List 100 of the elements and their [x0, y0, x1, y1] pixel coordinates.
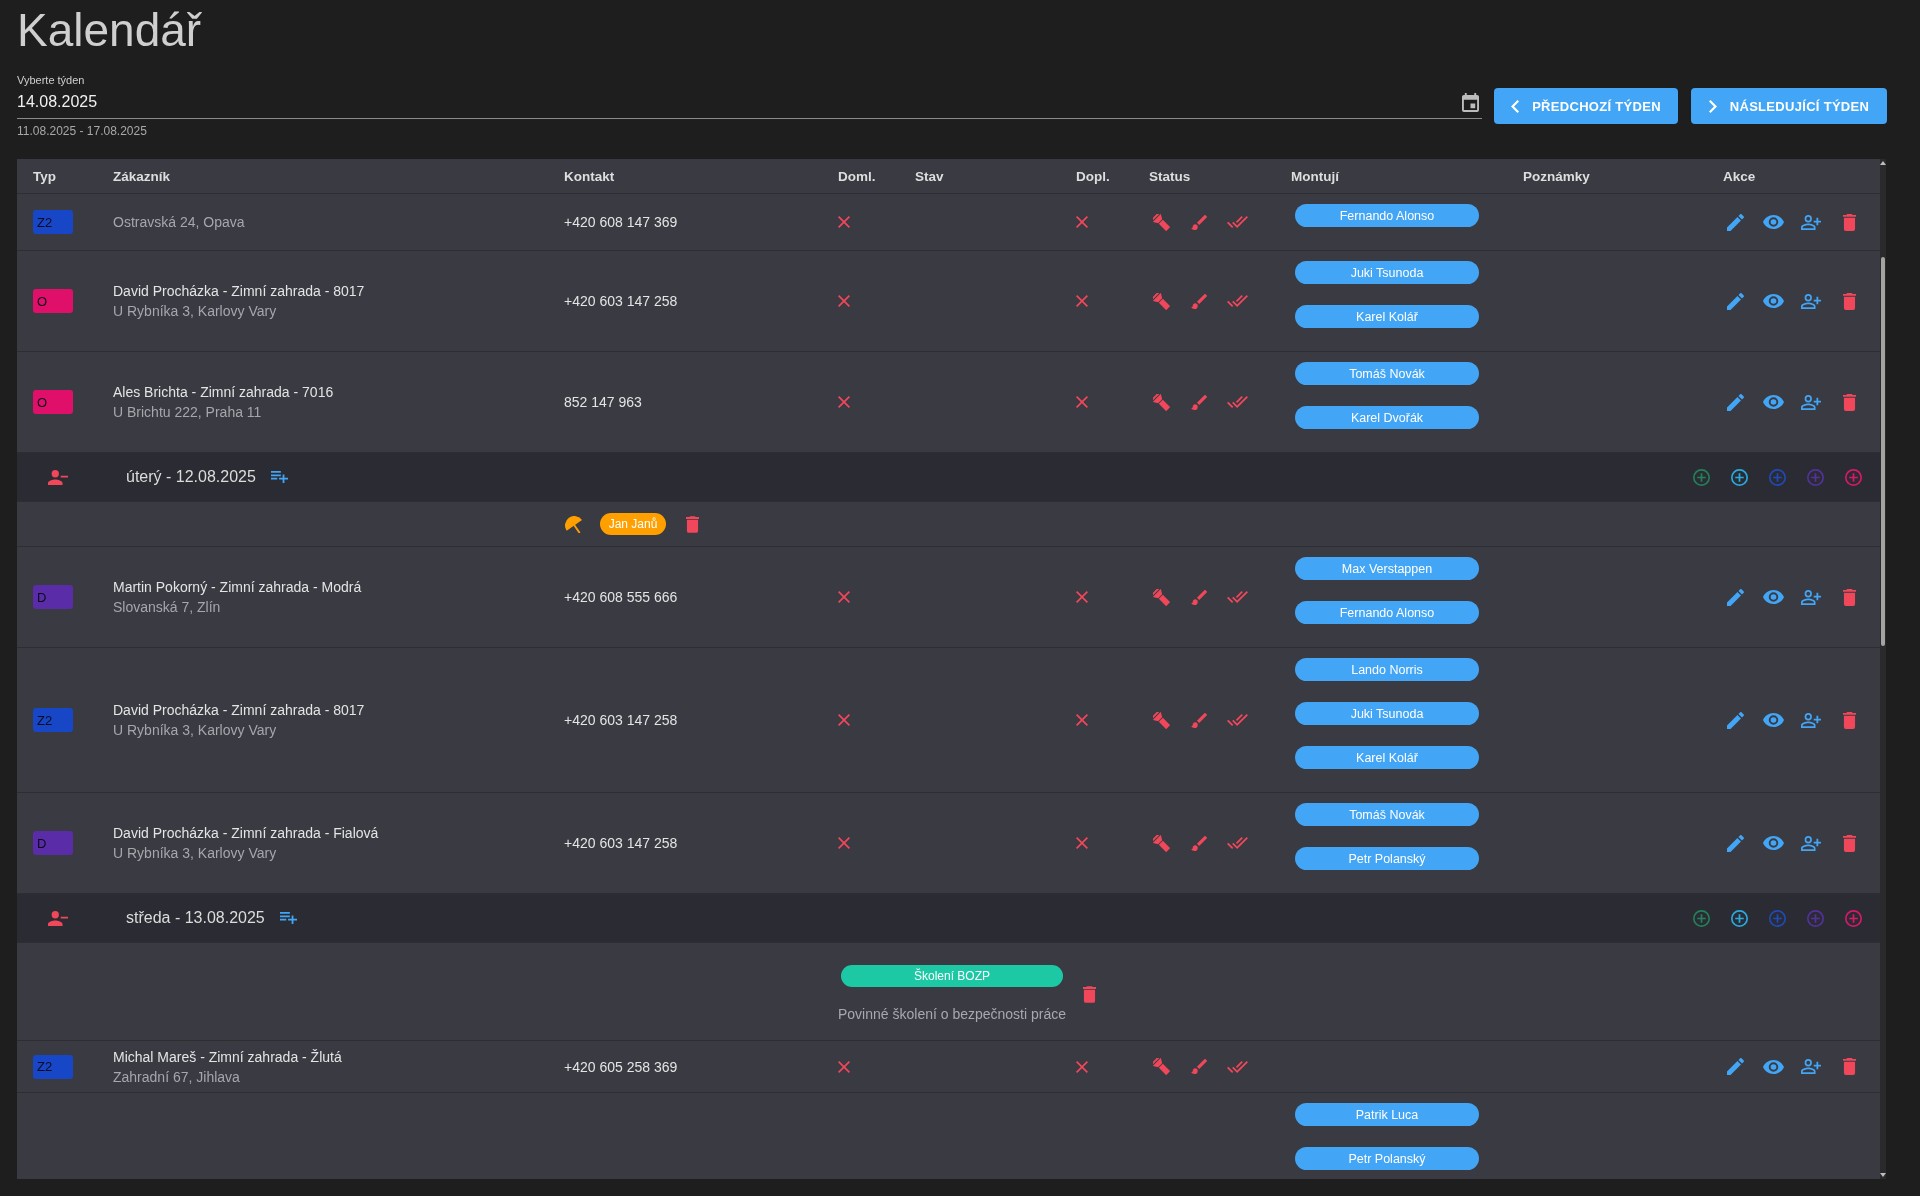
column-header: Typ: [33, 168, 56, 184]
double-check-icon[interactable]: [1226, 396, 1248, 408]
person-add-icon[interactable]: [1801, 712, 1821, 728]
trash-icon[interactable]: [1842, 292, 1856, 310]
brush-icon[interactable]: [1191, 214, 1207, 230]
installer-chip: Juki Tsunoda: [1295, 261, 1479, 284]
brush-icon[interactable]: [1191, 1059, 1207, 1074]
customer-name: David Procházka - Zimní zahrada - Fialová: [113, 824, 379, 843]
calendar-icon[interactable]: [1462, 92, 1479, 112]
person-add-icon[interactable]: [1801, 589, 1821, 605]
double-check-icon[interactable]: [1226, 1060, 1248, 1073]
phone-number: +420 605 258 369: [564, 1057, 678, 1077]
trash-icon[interactable]: [1842, 834, 1856, 852]
double-check-icon[interactable]: [1226, 295, 1248, 307]
double-check-icon[interactable]: [1226, 216, 1248, 228]
eye-icon[interactable]: [1762, 395, 1784, 409]
type-tag[interactable]: Z2: [33, 210, 73, 234]
flashlight-icon[interactable]: [1152, 711, 1170, 729]
customer-name: David Procházka - Zimní zahrada - 8017: [113, 701, 365, 720]
column-header: Stav: [915, 168, 944, 184]
type-tag[interactable]: Z2: [33, 1054, 73, 1079]
type-tag[interactable]: Z2: [33, 708, 73, 732]
brush-icon[interactable]: [1191, 835, 1207, 851]
customer-address: U Brichtu 222, Praha 11: [113, 403, 262, 422]
scrollbar-thumb[interactable]: [1881, 257, 1885, 646]
pencil-icon[interactable]: [1726, 711, 1744, 729]
installer-chip: Karel Kolář: [1295, 305, 1479, 328]
person-add-icon[interactable]: [1801, 835, 1821, 851]
arrow-up-icon[interactable]: [1880, 161, 1886, 165]
type-tag[interactable]: O: [33, 390, 73, 414]
date-field[interactable]: 14.08.2025: [17, 91, 1482, 119]
installer-chip: Fernando Alonso: [1295, 204, 1479, 227]
column-header: Kontakt: [564, 168, 615, 184]
day-title: úterý - 12.08.2025: [126, 468, 256, 486]
trash-icon[interactable]: [1842, 1058, 1856, 1075]
brush-icon[interactable]: [1191, 394, 1207, 410]
installer-chip: Fernando Alonso: [1295, 601, 1479, 624]
double-check-icon[interactable]: [1226, 837, 1248, 849]
brush-icon[interactable]: [1191, 589, 1207, 605]
column-header: Poznámky: [1523, 168, 1590, 184]
pencil-icon[interactable]: [1726, 1058, 1744, 1075]
person-minus-icon[interactable]: [48, 469, 68, 485]
playlist-add-icon[interactable]: [279, 912, 297, 924]
phone-number: +420 603 147 258: [564, 834, 678, 853]
eye-icon[interactable]: [1762, 294, 1784, 308]
pencil-icon[interactable]: [1726, 588, 1744, 606]
event-description: Povinné školení o bezpečnosti práce: [838, 1005, 1067, 1024]
next-week-button[interactable]: NÁSLEDUJÍCÍ TÝDEN: [1691, 88, 1887, 124]
customer-name: Michal Mareš - Zimní zahrada - Žlutá: [113, 1047, 342, 1067]
person-add-icon[interactable]: [1801, 293, 1821, 309]
eye-icon[interactable]: [1762, 836, 1784, 850]
eye-icon[interactable]: [1762, 215, 1784, 229]
trash-icon[interactable]: [1842, 213, 1856, 231]
pencil-icon[interactable]: [1726, 834, 1744, 852]
flashlight-icon[interactable]: [1152, 588, 1170, 606]
installer-chip: Petr Polanský: [1295, 1147, 1479, 1170]
previous-week-button[interactable]: PŘEDCHOZÍ TÝDEN: [1494, 88, 1678, 124]
pencil-icon[interactable]: [1726, 292, 1744, 310]
event-chip: Školení BOZP: [841, 965, 1063, 987]
flashlight-icon[interactable]: [1152, 393, 1170, 411]
customer-address: U Rybníka 3, Karlovy Vary: [113, 844, 277, 863]
type-tag[interactable]: D: [33, 831, 73, 855]
customer-name: David Procházka - Zimní zahrada - 8017: [113, 282, 365, 301]
arrow-down-icon[interactable]: [1880, 1173, 1886, 1177]
customer-address: U Rybníka 3, Karlovy Vary: [113, 721, 277, 740]
playlist-add-icon[interactable]: [270, 471, 288, 483]
eye-icon[interactable]: [1762, 1059, 1784, 1074]
person-add-icon[interactable]: [1801, 394, 1821, 410]
trash-icon[interactable]: [1842, 588, 1856, 606]
trash-icon[interactable]: [1842, 393, 1856, 411]
flashlight-icon[interactable]: [1152, 213, 1170, 231]
week-range: 11.08.2025 - 17.08.2025: [17, 123, 147, 139]
chevron-right-icon: [1708, 99, 1717, 113]
double-check-icon[interactable]: [1226, 714, 1248, 726]
type-tag[interactable]: D: [33, 585, 73, 609]
column-header: Status: [1149, 168, 1191, 184]
eye-icon[interactable]: [1762, 590, 1784, 604]
trash-icon[interactable]: [686, 515, 699, 533]
person-add-icon[interactable]: [1801, 1059, 1821, 1074]
double-check-icon[interactable]: [1226, 591, 1248, 603]
pencil-icon[interactable]: [1726, 213, 1744, 231]
day-title: středa - 13.08.2025: [126, 909, 265, 927]
customer-address: Zahradní 67, Jihlava: [113, 1067, 240, 1087]
chevron-left-icon: [1511, 99, 1520, 113]
brush-icon[interactable]: [1191, 712, 1207, 728]
flashlight-icon[interactable]: [1152, 292, 1170, 310]
flashlight-icon[interactable]: [1152, 834, 1170, 852]
trash-icon[interactable]: [1842, 711, 1856, 729]
installer-chip: Tomáš Novák: [1295, 803, 1479, 826]
flashlight-icon[interactable]: [1152, 1058, 1170, 1075]
eye-icon[interactable]: [1762, 713, 1784, 727]
column-header: Zákazník: [113, 168, 171, 184]
phone-number: +420 608 147 369: [564, 213, 678, 232]
brush-icon[interactable]: [1191, 293, 1207, 309]
person-add-icon[interactable]: [1801, 214, 1821, 230]
person-minus-icon[interactable]: [48, 910, 68, 926]
trash-icon[interactable]: [1083, 986, 1097, 1003]
type-tag[interactable]: O: [33, 289, 73, 313]
installer-chip: Lando Norris: [1295, 658, 1479, 681]
pencil-icon[interactable]: [1726, 393, 1744, 411]
